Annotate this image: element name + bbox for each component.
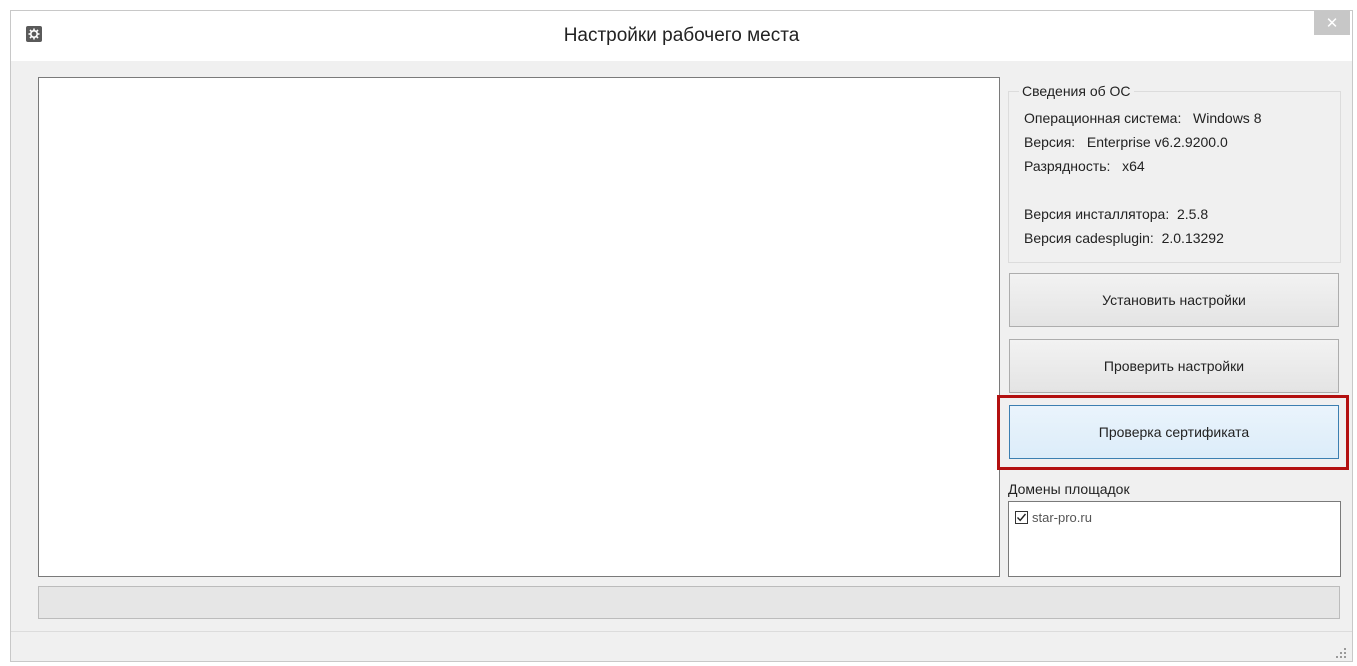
domain-name: star-pro.ru [1032,510,1092,525]
title-bar[interactable]: Настройки рабочего места ✕ [11,11,1352,61]
os-bitness-line: Разрядность: x64 [1024,158,1145,174]
domains-list[interactable]: star-pro.ru [1008,501,1341,577]
list-item[interactable]: star-pro.ru [1015,510,1092,525]
os-name-line: Операционная система: Windows 8 [1024,110,1262,126]
close-icon: ✕ [1325,15,1339,32]
check-icon [1016,513,1027,522]
domain-checkbox[interactable] [1015,511,1028,524]
install-settings-button[interactable]: Установить настройки [1009,273,1339,327]
status-bar-divider [11,631,1352,632]
highlight-frame [997,395,1349,470]
settings-window: Настройки рабочего места ✕ Сведения об О… [10,10,1353,662]
cadesplugin-version-line: Версия cadesplugin: 2.0.13292 [1024,230,1224,246]
window-title: Настройки рабочего места [563,25,800,46]
installer-version-line: Версия инсталлятора: 2.5.8 [1024,206,1209,222]
check-settings-button[interactable]: Проверить настройки [1009,339,1339,393]
close-button[interactable]: ✕ [1314,11,1350,35]
os-info-legend: Сведения об ОС [1019,83,1134,99]
domains-label: Домены площадок [1008,481,1130,497]
progress-bar [38,586,1340,619]
os-version-line: Версия: Enterprise v6.2.9200.0 [1024,134,1228,150]
log-output-area[interactable] [38,77,1000,577]
resize-grip-icon[interactable] [1336,645,1346,658]
os-info-group: Сведения об ОС Операционная система: Win… [1008,83,1341,263]
